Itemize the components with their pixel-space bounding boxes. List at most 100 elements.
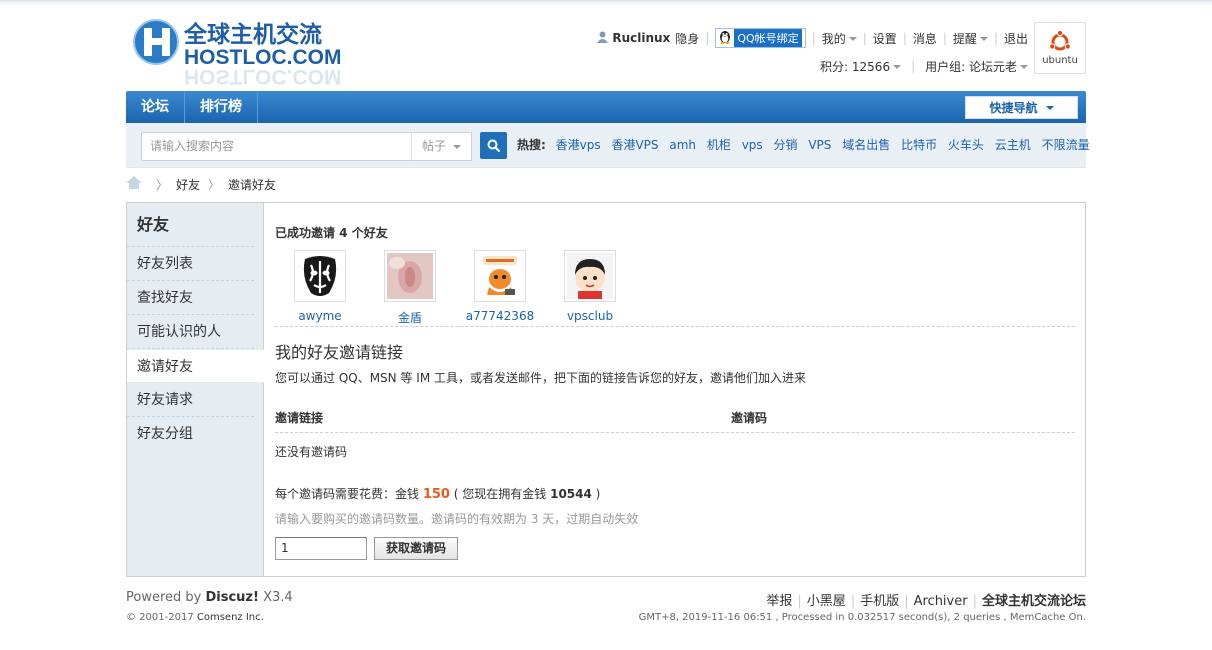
divider: | (850, 594, 856, 609)
invite-table-header: 邀请链接 邀请码 (275, 407, 1075, 433)
chevron-down-icon (979, 37, 988, 41)
username-link[interactable]: Ruclinux (612, 31, 670, 45)
friend-item[interactable]: a77742368 (455, 250, 545, 326)
sidebar-item-find-friends[interactable]: 查找好友 (127, 281, 254, 315)
logout-link[interactable]: 退出 (1004, 30, 1028, 47)
invited-friends-list: awyme 金盾 a77742368 vpsclub (275, 250, 1075, 327)
quick-nav-label: 快捷导航 (989, 101, 1038, 115)
chevron-down-icon (848, 37, 857, 41)
nav-item-ranking[interactable]: 排行榜 (185, 91, 258, 123)
photo-avatar-icon (387, 253, 433, 299)
hot-term[interactable]: 域名出售 (842, 138, 890, 152)
logo-icon: 全球主机交流 HOSTLOC.COM HOSTLOC.COM (133, 19, 342, 86)
usergroup-menu[interactable]: 用户组: 论坛元老 (925, 58, 1028, 75)
user-avatar[interactable]: ubuntu (1034, 22, 1086, 74)
my-menu-label: 我的 (821, 31, 846, 46)
column-header-code: 邀请码 (731, 411, 768, 425)
friend-avatar[interactable] (294, 250, 346, 302)
hot-term[interactable]: 不限流量 (1042, 138, 1090, 152)
footer-link-archiver[interactable]: Archiver (914, 594, 968, 609)
hot-search: 热搜: 香港vps 香港VPS amh 机柜 vps 分销 VPS 域名出售 比… (517, 123, 1097, 168)
logo-reflection: HOSTLOC.COM (184, 65, 342, 86)
friend-name[interactable]: awyme (275, 309, 365, 323)
points-menu[interactable]: 积分: 12566 (820, 58, 902, 75)
points-label: 积分: 12566 (820, 59, 891, 74)
breadcrumb-friends[interactable]: 好友 (176, 168, 200, 202)
sidebar-item-friend-list[interactable]: 好友列表 (127, 247, 254, 281)
footer-stats: GMT+8, 2019-11-16 06:51 , Processed in 0… (638, 612, 1086, 623)
qq-bind-button[interactable]: QQ帐号绑定 (715, 28, 806, 48)
chevron-down-icon (1045, 105, 1054, 110)
hot-term[interactable]: 香港vps (556, 138, 601, 152)
invited-heading: 已成功邀请 4 个好友 (275, 226, 388, 240)
breadcrumb-invite[interactable]: 邀请好友 (228, 168, 276, 202)
column-header-link: 邀请链接 (275, 411, 324, 425)
powered-name[interactable]: Discuz! (205, 590, 258, 605)
balance-value: 10544 (550, 487, 592, 501)
divider: | (904, 594, 909, 609)
footer-site-name[interactable]: 全球主机交流论坛 (982, 594, 1086, 609)
chevron-down-icon (893, 65, 902, 69)
my-menu[interactable]: 我的 (822, 30, 857, 47)
user-bar: Ruclinux 隐身 | QQ帐号绑定 | 我的 | 设置 | 消息 | 提醒… (597, 28, 1028, 76)
sidebar-item-requests[interactable]: 好友请求 (127, 383, 254, 417)
hot-term[interactable]: amh (669, 138, 696, 152)
search-scope-select[interactable]: 帖子 (411, 132, 472, 161)
sidebar: 好友 好友列表 查找好友 可能认识的人 邀请好友 好友请求 好友分组 (127, 203, 264, 576)
divider: | (862, 31, 867, 45)
friend-avatar[interactable] (474, 250, 526, 302)
friend-name[interactable]: vpsclub (545, 309, 635, 323)
breadcrumb-separator: 〉 (156, 178, 169, 192)
search-button[interactable] (480, 132, 507, 159)
hot-term[interactable]: vps (742, 138, 763, 152)
site-logo[interactable]: 全球主机交流 HOSTLOC.COM HOSTLOC.COM (126, 14, 376, 86)
settings-link[interactable]: 设置 (873, 30, 897, 47)
hot-term[interactable]: 比特币 (901, 138, 937, 152)
cost-prefix: 每个邀请码需要花费：金钱 (275, 487, 423, 501)
hot-term[interactable]: 云主机 (995, 138, 1031, 152)
nav-item-forum[interactable]: 论坛 (126, 91, 185, 123)
get-invite-code-button[interactable]: 获取邀请码 (374, 537, 459, 560)
chevron-down-icon (453, 145, 461, 149)
hot-term[interactable]: 分销 (774, 138, 798, 152)
quick-nav-button[interactable]: 快捷导航 (965, 96, 1078, 119)
quantity-input[interactable]: 1 (275, 537, 367, 560)
friend-avatar[interactable] (384, 250, 436, 302)
footer-link-report[interactable]: 举报 (766, 594, 792, 609)
search-bar: 请输入搜索内容 帖子 热搜: 香港vps 香港VPS amh 机柜 vps 分销… (126, 123, 1090, 168)
footer-link-mobile[interactable]: 手机版 (860, 594, 899, 609)
search-icon (487, 139, 500, 152)
divider: | (811, 31, 816, 45)
usergroup-label: 用户组: 论坛元老 (925, 59, 1017, 74)
friend-item[interactable]: vpsclub (545, 250, 635, 326)
friend-item[interactable]: awyme (275, 250, 365, 326)
hot-term[interactable]: 火车头 (948, 138, 984, 152)
hot-term[interactable]: 香港VPS (611, 138, 658, 152)
sidebar-item-may-know[interactable]: 可能认识的人 (127, 315, 254, 349)
search-input[interactable]: 请输入搜索内容 (141, 132, 412, 161)
main-panel: 好友 好友列表 查找好友 可能认识的人 邀请好友 好友请求 好友分组 已成功邀请… (126, 202, 1086, 577)
footer: Powered by Discuz! X3.4 © 2001-2017 Coms… (126, 590, 1086, 650)
footer-link-blackroom[interactable]: 小黑屋 (807, 594, 846, 609)
invisible-toggle[interactable]: 隐身 (675, 30, 699, 47)
reminders-menu[interactable]: 提醒 (953, 30, 988, 47)
powered-prefix: Powered by (126, 590, 206, 605)
copyright: © 2001-2017 Comsenz Inc. (126, 612, 264, 623)
divider: | (911, 59, 916, 73)
friend-avatar[interactable] (564, 250, 616, 302)
sidebar-item-groups[interactable]: 好友分组 (127, 417, 254, 451)
friend-item[interactable]: 金盾 (365, 250, 455, 326)
hot-term[interactable]: VPS (808, 138, 831, 152)
qq-bind-label: QQ帐号绑定 (734, 29, 802, 47)
ubuntu-logo-icon (1049, 30, 1071, 51)
home-icon[interactable] (126, 168, 142, 202)
friend-name[interactable]: a77742368 (455, 309, 545, 323)
divider: | (993, 31, 998, 45)
friend-name[interactable]: 金盾 (365, 309, 455, 326)
hot-term[interactable]: 机柜 (707, 138, 731, 152)
breadcrumb-separator: 〉 (208, 178, 221, 192)
mask-avatar-icon (297, 253, 343, 299)
sidebar-item-invite[interactable]: 邀请好友 (127, 349, 264, 383)
copyright-company[interactable]: Comsenz Inc. (197, 612, 264, 623)
messages-link[interactable]: 消息 (913, 30, 937, 47)
